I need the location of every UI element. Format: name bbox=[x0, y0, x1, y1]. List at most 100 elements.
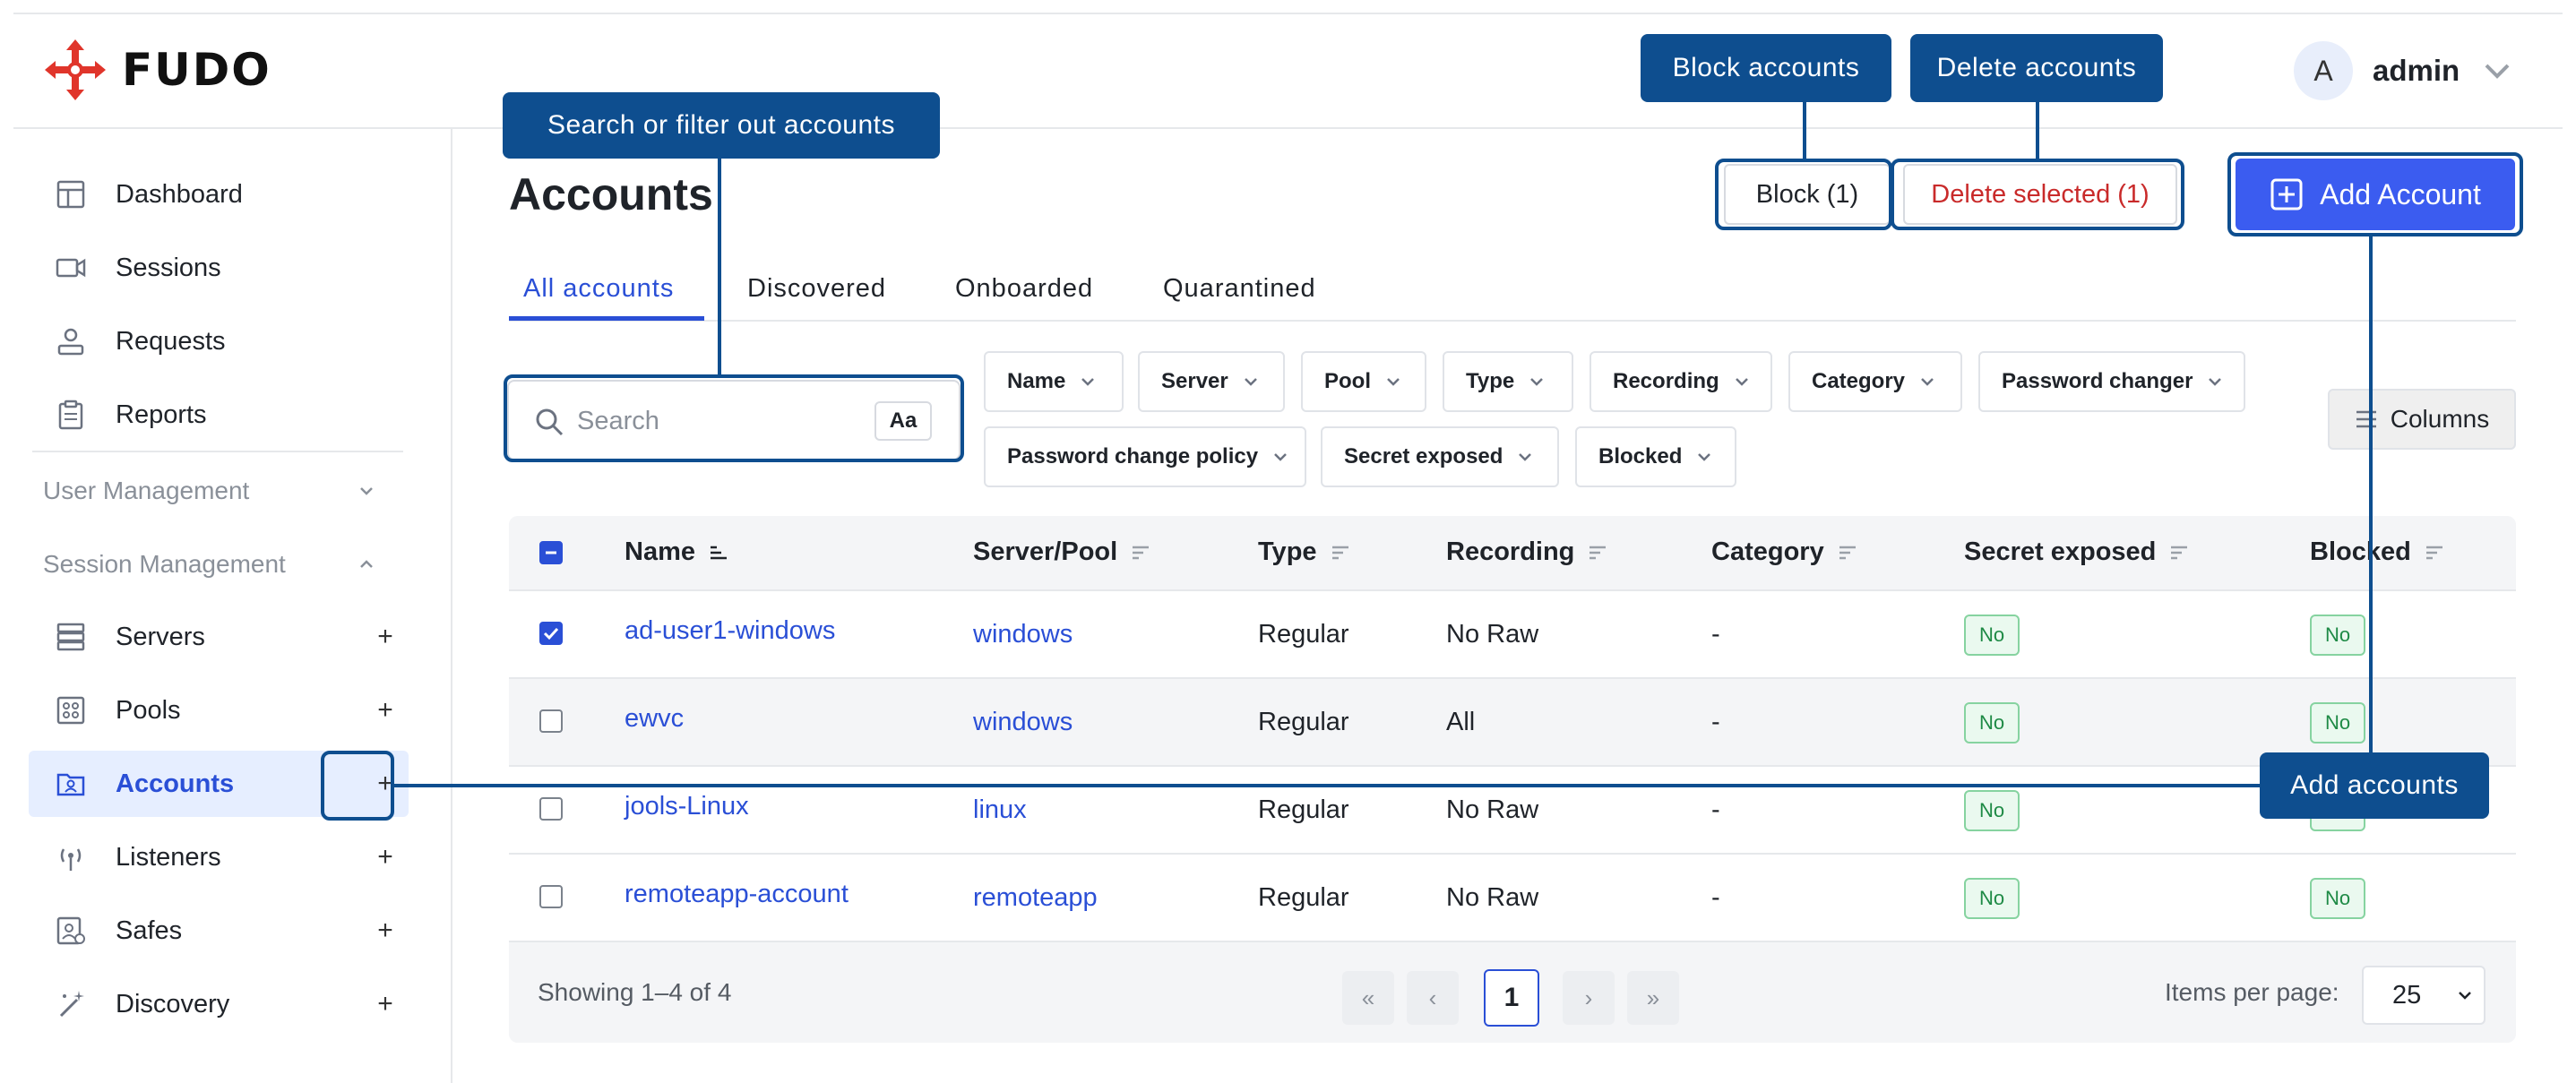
add-discovery-button[interactable]: + bbox=[351, 971, 419, 1037]
sidebar-item-label: Pools bbox=[116, 695, 181, 725]
user-menu[interactable]: A admin bbox=[2294, 41, 2515, 100]
last-page-button[interactable]: » bbox=[1627, 971, 1679, 1025]
filter-server[interactable]: Server bbox=[1138, 351, 1285, 412]
tab-onboarded[interactable]: Onboarded bbox=[955, 274, 1093, 304]
sidebar-item-discovery[interactable]: Discovery + bbox=[29, 971, 409, 1037]
filter-label: Secret exposed bbox=[1344, 444, 1503, 468]
account-name-link[interactable]: jools-Linux bbox=[625, 792, 749, 821]
active-tab-indicator bbox=[509, 316, 704, 321]
filter-pool[interactable]: Pool bbox=[1301, 351, 1426, 412]
chevron-up-icon bbox=[360, 560, 373, 568]
header-divider bbox=[13, 127, 2563, 129]
tab-all-accounts[interactable]: All accounts bbox=[523, 274, 674, 304]
sidebar-item-reports[interactable]: Reports bbox=[29, 382, 409, 448]
sidebar-item-requests[interactable]: Requests bbox=[29, 308, 409, 374]
account-name-link[interactable]: remoteapp-account bbox=[625, 880, 849, 909]
sidebar-section-user-management[interactable]: User Management bbox=[43, 477, 376, 505]
server-icon bbox=[56, 623, 85, 651]
account-name-link[interactable]: ewvc bbox=[625, 704, 684, 734]
search-callout: Search or filter out accounts bbox=[503, 92, 940, 159]
column-header-secret-exposed[interactable]: Secret exposed bbox=[1964, 537, 2190, 567]
sidebar-add-highlight bbox=[321, 751, 394, 821]
filter-label: Blocked bbox=[1598, 444, 1683, 468]
brand-logo[interactable]: FUDO bbox=[41, 36, 271, 104]
table-row[interactable]: jools-Linux linux Regular No Raw - No No bbox=[509, 767, 2516, 855]
avatar: A bbox=[2294, 41, 2353, 100]
account-name-link[interactable]: ad-user1-windows bbox=[625, 616, 835, 646]
block-connector bbox=[1803, 100, 1806, 159]
table-footer: Showing 1–4 of 4 « ‹ 1 › » Items per pag… bbox=[509, 944, 2516, 1043]
filter-secret-exposed[interactable]: Secret exposed bbox=[1321, 426, 1559, 487]
video-icon bbox=[56, 258, 86, 278]
sidebar-item-safes[interactable]: Safes + bbox=[29, 898, 409, 964]
recording-cell: No Raw bbox=[1446, 620, 1539, 649]
sidebar-item-label: Safes bbox=[116, 915, 183, 945]
row-checkbox[interactable] bbox=[539, 709, 563, 733]
table-row[interactable]: ewvc windows Regular All - No No bbox=[509, 679, 2516, 767]
add-listener-button[interactable]: + bbox=[351, 824, 419, 890]
server-link[interactable]: windows bbox=[973, 708, 1073, 737]
sidebar-item-sessions[interactable]: Sessions bbox=[29, 235, 409, 301]
prev-page-button[interactable]: ‹ bbox=[1407, 971, 1459, 1025]
wand-icon bbox=[59, 991, 84, 1018]
sidebar-item-label: Servers bbox=[116, 622, 205, 651]
row-checkbox[interactable] bbox=[539, 797, 563, 821]
add-safe-button[interactable]: + bbox=[351, 898, 419, 964]
category-cell: - bbox=[1711, 795, 1720, 824]
column-header-blocked[interactable]: Blocked bbox=[2310, 537, 2445, 567]
sidebar-item-dashboard[interactable]: Dashboard bbox=[29, 161, 409, 228]
results-count: Showing 1–4 of 4 bbox=[538, 978, 732, 1006]
filter-name[interactable]: Name bbox=[984, 351, 1124, 412]
sidebar-item-servers[interactable]: Servers + bbox=[29, 604, 409, 670]
tab-quarantined[interactable]: Quarantined bbox=[1163, 274, 1316, 304]
column-header-server-pool[interactable]: Server/Pool bbox=[973, 537, 1151, 567]
column-header-type[interactable]: Type bbox=[1258, 537, 1351, 567]
secret-exposed-badge: No bbox=[1964, 790, 2020, 831]
filter-password-changer[interactable]: Password changer bbox=[1978, 351, 2245, 412]
sidebar-item-pools[interactable]: Pools + bbox=[29, 677, 409, 743]
user-name: admin bbox=[2373, 54, 2460, 87]
filter-type[interactable]: Type bbox=[1443, 351, 1573, 412]
filter-label: Name bbox=[1007, 369, 1066, 393]
column-header-label: Server/Pool bbox=[973, 537, 1118, 566]
sidebar-item-label: Listeners bbox=[116, 842, 221, 872]
items-per-page-select[interactable]: 25 bbox=[2362, 966, 2486, 1025]
filter-blocked[interactable]: Blocked bbox=[1575, 426, 1736, 487]
sidebar-section-session-management[interactable]: Session Management bbox=[43, 550, 376, 579]
row-checkbox[interactable] bbox=[539, 885, 563, 908]
tab-discovered[interactable]: Discovered bbox=[747, 274, 886, 304]
sidebar-item-listeners[interactable]: Listeners + bbox=[29, 824, 409, 890]
first-page-button[interactable]: « bbox=[1342, 971, 1394, 1025]
column-header-recording[interactable]: Recording bbox=[1446, 537, 1608, 567]
filter-recording[interactable]: Recording bbox=[1590, 351, 1772, 412]
next-page-button[interactable]: › bbox=[1563, 971, 1615, 1025]
add-server-button[interactable]: + bbox=[351, 604, 419, 670]
filter-password-change-policy[interactable]: Password change policy bbox=[984, 426, 1306, 487]
sidebar-separator bbox=[32, 451, 403, 452]
chevron-down-icon bbox=[1244, 378, 1257, 386]
block-highlight bbox=[1715, 159, 1892, 230]
pool-icon bbox=[56, 696, 85, 725]
items-per-page-value: 25 bbox=[2392, 980, 2422, 1010]
add-pool-button[interactable]: + bbox=[351, 677, 419, 743]
server-link[interactable]: windows bbox=[973, 620, 1073, 649]
server-link[interactable]: linux bbox=[973, 795, 1027, 825]
server-link[interactable]: remoteapp bbox=[973, 883, 1098, 913]
select-all-checkbox[interactable] bbox=[539, 541, 563, 564]
filter-label: Type bbox=[1466, 369, 1515, 393]
columns-button[interactable]: Columns bbox=[2328, 389, 2516, 450]
column-header-label: Recording bbox=[1446, 537, 1575, 566]
row-checkbox[interactable] bbox=[539, 622, 563, 645]
chevron-down-icon bbox=[1387, 378, 1400, 386]
tabs-divider bbox=[509, 320, 2516, 322]
filter-category[interactable]: Category bbox=[1788, 351, 1962, 412]
requests-icon bbox=[57, 328, 84, 356]
broadcast-icon bbox=[60, 848, 82, 871]
column-header-category[interactable]: Category bbox=[1711, 537, 1858, 567]
table-row[interactable]: ad-user1-windows windows Regular No Raw … bbox=[509, 591, 2516, 679]
page-number-button[interactable]: 1 bbox=[1484, 969, 1539, 1027]
brand-name: FUDO bbox=[122, 44, 271, 96]
table-row[interactable]: remoteapp-account remoteapp Regular No R… bbox=[509, 855, 2516, 942]
column-header-name[interactable]: Name bbox=[625, 537, 729, 567]
filter-label: Pool bbox=[1324, 369, 1371, 393]
